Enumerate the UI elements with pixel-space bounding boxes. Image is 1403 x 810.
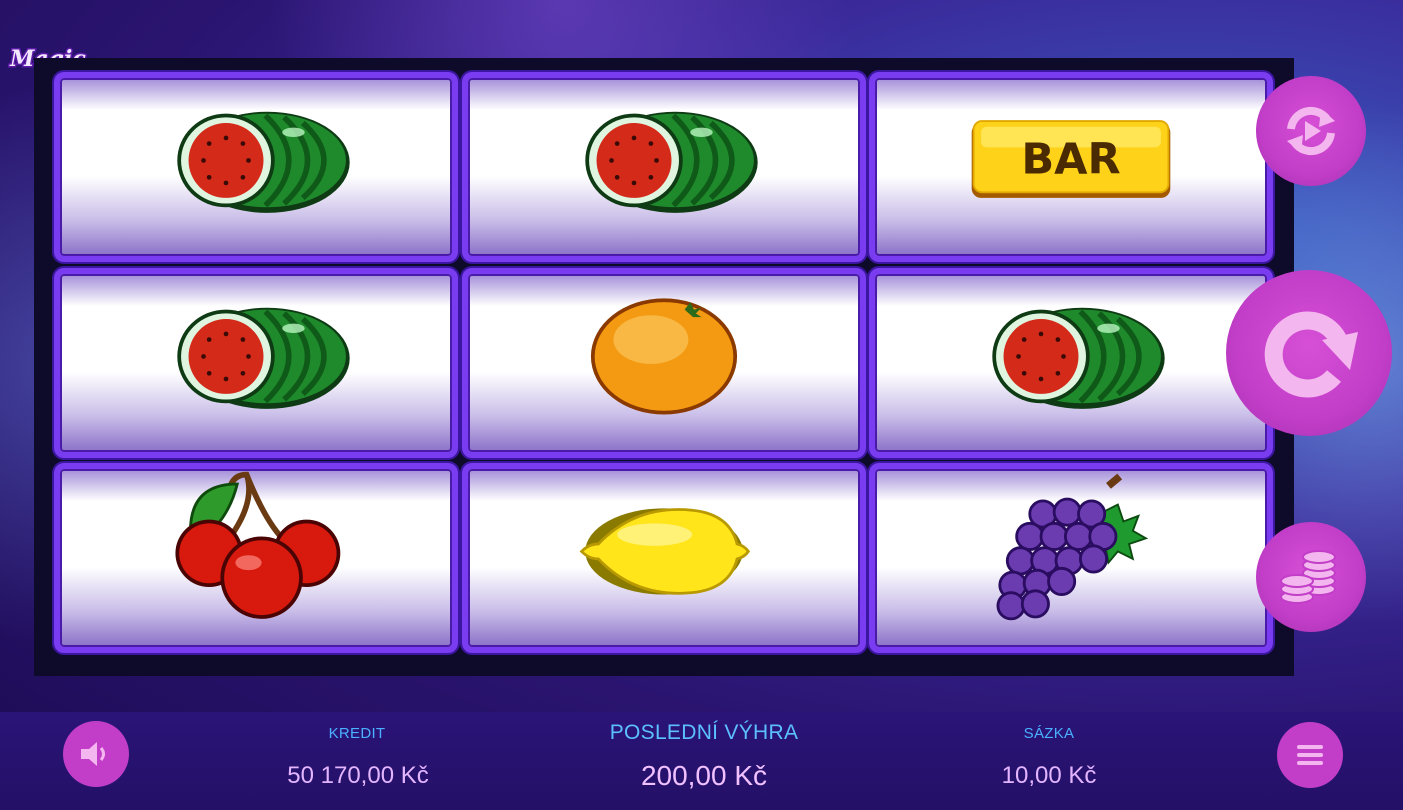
reel-cell-orange — [462, 268, 866, 458]
bet-label: SÁZKA — [1023, 725, 1075, 742]
credit-label: KREDIT — [328, 725, 386, 742]
watermelon-symbol — [585, 111, 758, 213]
coins-icon — [1280, 550, 1336, 604]
autoplay-button[interactable] — [1256, 76, 1366, 186]
reel-cell-cherry — [54, 463, 458, 653]
reel-cell-bar: BAR — [869, 72, 1273, 262]
menu-button[interactable] — [1277, 722, 1343, 788]
spin-button[interactable] — [1226, 270, 1392, 436]
spin-icon — [1264, 311, 1358, 398]
reel-cell-watermelon — [869, 268, 1273, 458]
cherry-symbol — [175, 471, 341, 619]
last-win-label: POSLEDNÍ VÝHRA — [609, 721, 799, 744]
hamburger-menu-icon — [1297, 745, 1323, 765]
reel-cell-watermelon — [54, 72, 458, 262]
bet-value: 10,00 Kč — [1001, 762, 1097, 789]
autoplay-icon — [1287, 106, 1335, 156]
reel-cell-watermelon — [462, 72, 866, 262]
grapes-symbol — [996, 473, 1149, 621]
reel-cell-lemon — [462, 463, 866, 653]
orange-symbol — [590, 298, 738, 415]
bar-symbol: BAR — [971, 120, 1171, 198]
last-win-value: 200,00 Kč — [640, 760, 768, 791]
svg-text:BAR: BAR — [1021, 135, 1120, 185]
reel-cell-grapes — [869, 463, 1273, 653]
credit-value: 50 170,00 Kč — [287, 762, 429, 789]
sound-button[interactable] — [63, 721, 129, 787]
reel-cell-watermelon — [54, 268, 458, 458]
lemon-symbol — [579, 508, 751, 595]
bet-button[interactable] — [1256, 522, 1366, 632]
watermelon-symbol — [177, 111, 350, 213]
watermelon-symbol — [177, 307, 350, 409]
watermelon-symbol — [992, 307, 1165, 409]
speaker-icon — [81, 742, 105, 766]
